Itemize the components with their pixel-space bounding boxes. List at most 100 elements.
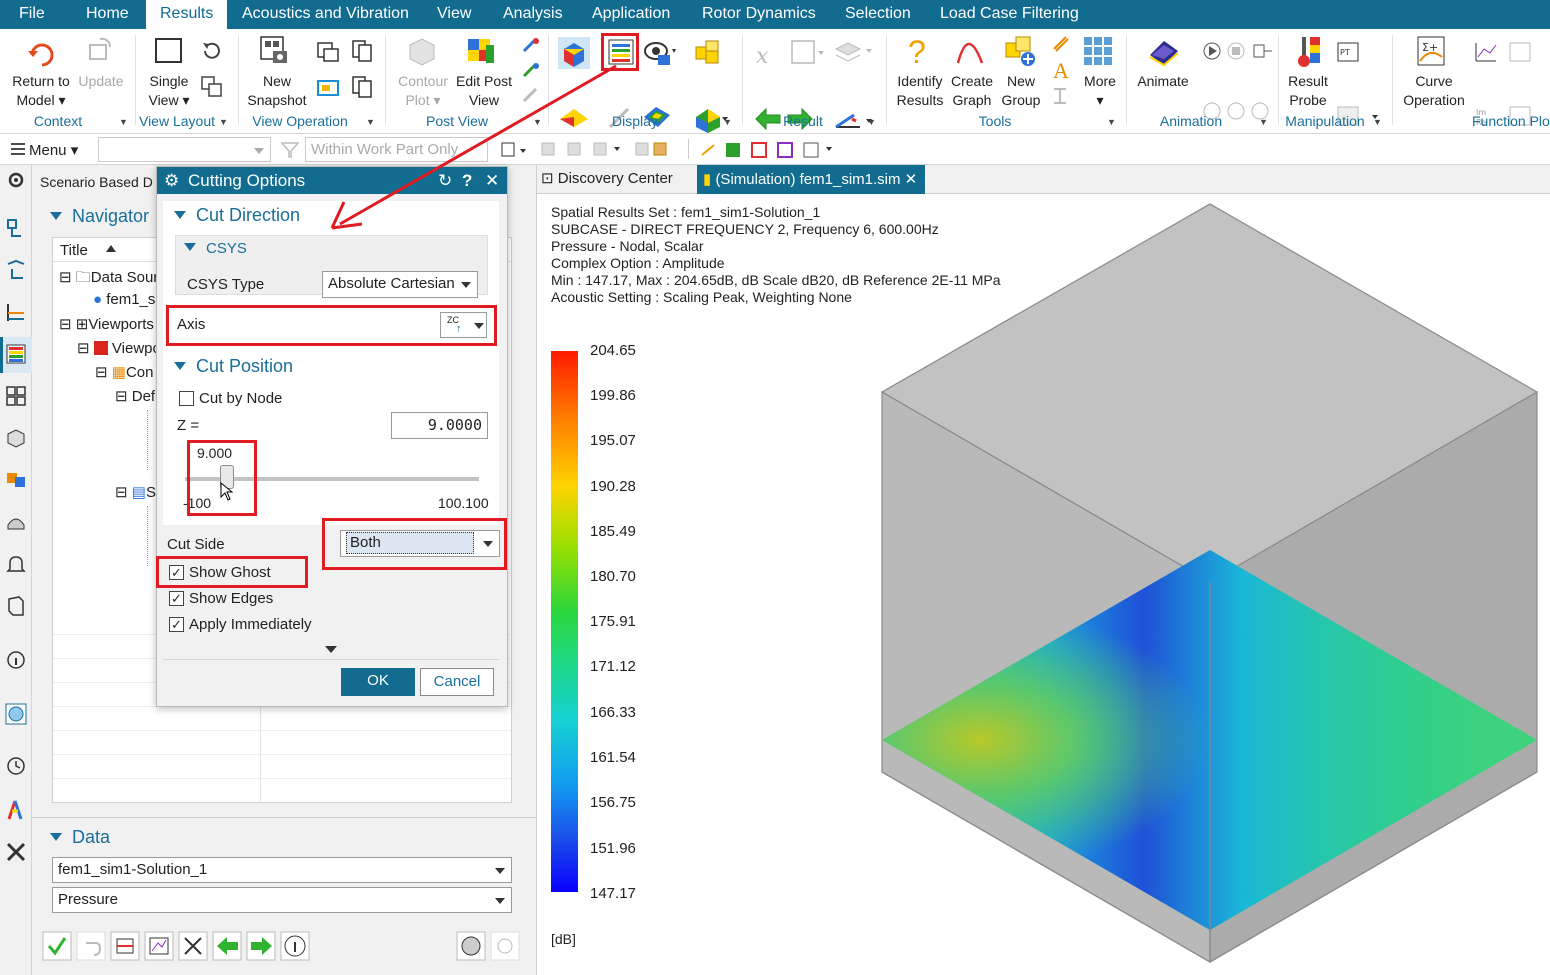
cancel-button[interactable]: Cancel <box>420 668 494 696</box>
filter-icon[interactable] <box>280 140 300 160</box>
group-context-caret[interactable]: ▼ <box>119 117 128 127</box>
palette-icon[interactable] <box>5 799 27 821</box>
tab-view[interactable]: View <box>437 0 471 29</box>
tab-results[interactable]: Results <box>146 0 228 29</box>
cube-model[interactable] <box>877 202 1547 972</box>
function-plot-2-icon[interactable] <box>1508 41 1534 63</box>
tab-file[interactable]: File <box>19 0 45 29</box>
viewport-options-icons[interactable] <box>456 931 520 961</box>
apply-immediately-checkbox[interactable]: ✓ <box>169 617 184 632</box>
part-box-icon[interactable] <box>5 427 27 449</box>
new-group-button[interactable]: New Group <box>998 72 1044 110</box>
group-result-caret[interactable]: ▼ <box>867 117 876 127</box>
csys-header[interactable]: CSYS <box>184 240 247 257</box>
info-icon[interactable] <box>5 649 27 671</box>
cut-direction-header[interactable]: Cut Direction <box>174 205 300 226</box>
expand-more-icon[interactable] <box>325 646 337 653</box>
layers-icon[interactable] <box>834 37 874 67</box>
result-box-icon[interactable] <box>790 39 826 67</box>
result-info-line: Complex Option : Amplitude <box>551 255 725 271</box>
display-boxes-icon[interactable] <box>694 37 722 65</box>
navigator-section-header[interactable]: Navigator <box>50 206 149 227</box>
tab-rotor-dynamics[interactable]: Rotor Dynamics <box>702 0 816 29</box>
tree-node-fem[interactable]: ● fem1_s <box>93 291 155 308</box>
single-view-icon <box>155 38 182 63</box>
group-tools-caret[interactable]: ▼ <box>1107 117 1116 127</box>
close-tab-icon[interactable]: ✕ <box>905 171 918 188</box>
history-clock-icon[interactable] <box>5 755 27 777</box>
column-title[interactable]: Title <box>60 242 88 259</box>
tab-acoustics-and-vibration[interactable]: Acoustics and Vibration <box>242 0 409 29</box>
sort-ascending-icon[interactable] <box>106 245 116 252</box>
solution-dropdown[interactable]: fem1_sim1-Solution_1 <box>52 857 512 883</box>
group-display-caret[interactable]: ▼ <box>723 117 732 127</box>
part-navigator-icon[interactable] <box>5 259 27 281</box>
tab-selection[interactable]: Selection <box>845 0 911 29</box>
refresh-view-icon[interactable] <box>200 39 224 63</box>
result-probe-icon <box>1298 37 1320 67</box>
tab-analysis[interactable]: Analysis <box>503 0 563 29</box>
result-type-dropdown[interactable]: Pressure <box>52 887 512 913</box>
tab-home[interactable]: Home <box>86 0 129 29</box>
post-view-tool-1-icon[interactable] <box>522 37 540 55</box>
cut-position-header[interactable]: Cut Position <box>174 356 293 377</box>
csys-type-dropdown[interactable]: Absolute Cartesian <box>322 271 478 298</box>
cut-by-node-checkbox[interactable] <box>179 391 194 406</box>
z-value-input[interactable]: 9.0000 <box>391 412 488 439</box>
notifications-bell-icon[interactable] <box>5 553 27 575</box>
reuse-library-icon[interactable] <box>5 469 27 491</box>
hd3d-tools-icon[interactable] <box>5 511 27 533</box>
menu-button[interactable]: Menu ▾ <box>29 141 78 159</box>
group-animation-caret[interactable]: ▼ <box>1259 117 1268 127</box>
annotation-icon[interactable] <box>1052 35 1070 53</box>
function-icon[interactable]: x <box>754 39 784 69</box>
cutting-options-dialog: ⚙ Cutting Options ↻ ? ✕ Cut Direction CS… <box>156 166 508 707</box>
tab-application[interactable]: Application <box>592 0 670 29</box>
hamburger-icon[interactable] <box>11 143 25 155</box>
result-probe-button[interactable]: Result Probe <box>1284 72 1332 110</box>
more-button[interactable]: More ▾ <box>1078 72 1122 110</box>
tree-node-settings[interactable]: ⊟ ▤S <box>115 483 156 501</box>
tree-node-viewports[interactable]: ⊟ ⊞Viewports <box>59 315 154 333</box>
view-tools-icons[interactable] <box>700 141 840 159</box>
post-processing-navigator-icon[interactable] <box>5 343 27 365</box>
tree-node-deformation[interactable]: ⊟ Def <box>115 387 155 405</box>
group-manipulation-caret[interactable]: ▼ <box>1373 117 1382 127</box>
web-browser-icon[interactable] <box>5 703 27 725</box>
result-table-icon[interactable]: PT <box>1336 41 1362 63</box>
view-layout-icon[interactable] <box>200 75 224 99</box>
return-to-model-button[interactable]: Return to Model ▾ <box>8 72 74 110</box>
graphics-viewport[interactable]: Spatial Results Set : fem1_sim1-Solution… <box>537 194 1550 975</box>
function-plot-1-icon[interactable] <box>1474 41 1500 63</box>
identify-results-button[interactable]: Identify Results <box>893 72 947 110</box>
tab-load-case-filtering[interactable]: Load Case Filtering <box>940 0 1079 29</box>
tree-node-contour[interactable]: ⊟ ▦Con <box>95 363 153 381</box>
data-section-header[interactable]: Data <box>50 827 110 848</box>
single-view-button[interactable]: Single View ▾ <box>144 72 194 110</box>
curve-operation-button[interactable]: Curve Operation <box>1400 72 1468 110</box>
roles-book-icon[interactable] <box>5 595 27 617</box>
collapse-icon <box>174 211 186 219</box>
show-hide-icon[interactable] <box>642 37 676 67</box>
group-view-layout-caret[interactable]: ▼ <box>219 117 228 127</box>
marker-icon[interactable] <box>1052 87 1070 105</box>
type-filter-dropdown[interactable] <box>98 137 271 162</box>
tab-simulation-file[interactable]: ▮ (Simulation) fem1_sim1.sim ✕ <box>697 165 925 194</box>
update-button[interactable]: Update <box>78 72 124 91</box>
simulation-navigator-icon[interactable] <box>5 301 27 323</box>
text-icon[interactable]: A <box>1052 59 1072 81</box>
settings-gear-icon[interactable] <box>5 169 27 191</box>
show-edges-checkbox[interactable]: ✓ <box>169 591 184 606</box>
tree-node-data-source[interactable]: ⊟ 🗀Data Sour <box>59 267 158 292</box>
new-snapshot-button[interactable]: New Snapshot <box>246 72 308 110</box>
layout-grid-icon[interactable] <box>5 385 27 407</box>
tree-node-viewport[interactable]: ⊟ Viewpo <box>77 339 161 357</box>
highlight-axis-row <box>166 305 497 346</box>
tools-icon[interactable] <box>5 841 27 863</box>
animation-play-controls-icon[interactable] <box>1202 41 1282 63</box>
assembly-navigator-icon[interactable] <box>5 217 27 239</box>
ok-button[interactable]: OK <box>341 668 415 696</box>
animate-button[interactable]: Animate <box>1134 72 1192 91</box>
group-tools: Tools <box>978 113 1012 129</box>
create-graph-button[interactable]: Create Graph <box>948 72 996 110</box>
